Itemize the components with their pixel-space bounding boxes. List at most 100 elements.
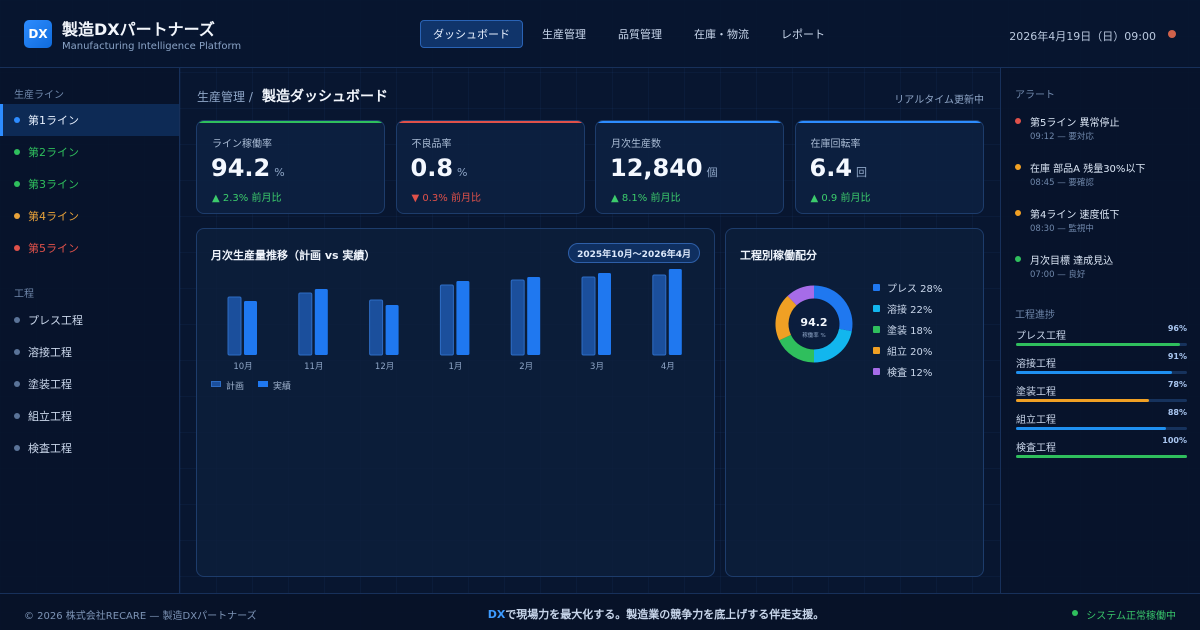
bar-plan-6[interactable] <box>581 276 596 356</box>
slogan-highlight: DX <box>487 608 506 621</box>
alert-dot-icon <box>1015 256 1021 262</box>
sidebar-item-process-5[interactable]: 検査工程 <box>0 432 179 464</box>
donut-center-value: 94.2 <box>800 316 827 329</box>
kpi-value-wrap: 0.8% <box>411 154 468 182</box>
legend-swatch <box>873 368 880 375</box>
sidebar-item-process-3[interactable]: 塗装工程 <box>0 368 179 400</box>
sidebar-heading-processes: 工程 <box>14 289 34 300</box>
kpi-unit: % <box>274 166 285 179</box>
footer-slogan: DXで現場力を最大化する。製造業の競争力を底上げする伴走支援。 <box>0 606 1200 622</box>
alert-title: 第5ライン 異常停止 <box>1030 118 1120 129</box>
line-status-dot-icon <box>14 213 20 219</box>
alerts-heading: アラート <box>1015 90 1055 101</box>
notification-dot-icon[interactable] <box>1168 30 1176 38</box>
progress-label: 塗装工程 <box>1016 387 1056 398</box>
nav-dashboard[interactable]: ダッシュボード <box>420 20 523 48</box>
kpi-delta: ▲ 2.3% 前月比 <box>212 193 282 204</box>
line-status-dot-icon <box>14 181 20 187</box>
sidebar-item-line-3[interactable]: 第3ライン <box>0 168 179 200</box>
alert-dot-icon <box>1015 118 1021 124</box>
progress-track <box>1016 455 1187 458</box>
progress-item: プレス工程 96% <box>1015 324 1187 355</box>
kpi-card[interactable]: ライン稼働率 94.2% ▲ 2.3% 前月比 <box>196 120 385 214</box>
bar-actual-2[interactable] <box>314 289 328 355</box>
kpi-delta: ▼ 0.3% 前月比 <box>411 193 481 204</box>
nav-production[interactable]: 生産管理 <box>529 20 599 48</box>
bar-plan-3[interactable] <box>369 299 384 356</box>
progress-label: 溶接工程 <box>1016 359 1056 370</box>
bar-plan-2[interactable] <box>298 292 313 356</box>
kpi-card[interactable]: 月次生産数 12,840 個 ▲ 8.1% 前月比 <box>595 120 784 214</box>
bar-plan-7[interactable] <box>652 274 667 356</box>
breadcrumb[interactable]: 生産管理 / <box>197 88 253 105</box>
bar-actual-3[interactable] <box>385 305 399 355</box>
kpi-card[interactable]: 在庫回転率 6.4 回 ▲ 0.9 前月比 <box>794 120 984 214</box>
process-dot-icon <box>14 445 20 451</box>
kpi-value: 12,840 <box>610 154 703 182</box>
sidebar-item-label: 第4ライン <box>28 210 79 223</box>
sidebar-item-process-1[interactable]: プレス工程 <box>0 304 179 336</box>
bar-plan-1[interactable] <box>227 296 242 356</box>
line-status-dot-icon <box>14 245 20 251</box>
process-dot-icon <box>14 349 20 355</box>
donut-legend: プレス 28% 溶接 22% 塗装 18% 組立 20% 検査 12% <box>873 277 942 382</box>
donut-center-label: 稼働率 % <box>802 331 825 339</box>
progress-track <box>1016 399 1187 402</box>
bar-actual-6[interactable] <box>598 273 611 355</box>
bar-actual-1[interactable] <box>244 301 257 355</box>
kpi-label: 在庫回転率 <box>810 139 861 150</box>
nav-inventory[interactable]: 在庫・物流 <box>681 20 762 48</box>
bar-actual-7[interactable] <box>668 269 682 355</box>
bar-plan-5[interactable] <box>510 279 525 356</box>
alert-meta: 08:45 — 要確認 <box>1030 178 1094 188</box>
progress-value: 88% <box>1167 408 1187 417</box>
process-dot-icon <box>14 317 20 323</box>
bar-actual-5[interactable] <box>527 277 541 355</box>
bar-chart: 10月 11月 12月 1月 2月 3月 4月 <box>227 269 682 372</box>
app-subtitle: Manufacturing Intelligence Platform <box>62 41 242 52</box>
logo-icon[interactable]: DX <box>24 20 52 48</box>
sidebar-item-line-2[interactable]: 第2ライン <box>0 136 179 168</box>
sidebar-item-line-5[interactable]: 第5ライン <box>0 232 179 264</box>
kpi-value-wrap: 6.4 回 <box>810 154 868 182</box>
progress-fill <box>1016 343 1181 346</box>
bar-actual-4[interactable] <box>456 281 470 355</box>
bar-plan-4[interactable] <box>439 284 454 356</box>
alert-meta: 09:12 — 要対応 <box>1030 132 1094 142</box>
donut-slice-5[interactable] <box>787 285 815 306</box>
sidebar-item-process-4[interactable]: 組立工程 <box>0 400 179 432</box>
slogan-text: で現場力を最大化する。製造業の競争力を底上げする伴走支援。 <box>505 608 825 621</box>
progress-fill <box>1016 455 1187 458</box>
progress-item: 溶接工程 91% <box>1015 352 1187 383</box>
x-tick-label: 12月 <box>375 362 394 372</box>
kpi-value: 6.4 <box>809 154 853 182</box>
kpi-unit: 個 <box>706 166 718 179</box>
nav-reports[interactable]: レポート <box>768 20 838 48</box>
nav-quality[interactable]: 品質管理 <box>605 20 675 48</box>
kpi-label: 月次生産数 <box>611 139 661 150</box>
sidebar-item-label: 検査工程 <box>28 442 72 455</box>
progress-track <box>1016 427 1187 430</box>
progress-track <box>1016 343 1187 346</box>
progress-fill <box>1016 399 1150 402</box>
main-nav: ダッシュボード 生産管理 品質管理 在庫・物流 レポート <box>420 20 844 48</box>
sidebar-item-label: 第3ライン <box>28 178 79 191</box>
progress-label: プレス工程 <box>1016 331 1066 342</box>
x-tick-label: 4月 <box>661 362 675 372</box>
donut-legend-item: 組立 20% <box>873 340 942 361</box>
kpi-unit: % <box>457 166 468 179</box>
progress-label: 組立工程 <box>1016 415 1056 426</box>
alert-dot-icon <box>1015 164 1021 170</box>
main-content: 生産管理 / 製造ダッシュボード リアルタイム更新中 ライン稼働率 94.2% ▲ … <box>180 68 1000 593</box>
sidebar-item-label: 組立工程 <box>28 410 72 423</box>
legend-actual-swatch <box>258 381 269 387</box>
progress-item: 組立工程 88% <box>1015 408 1187 439</box>
legend-swatch <box>873 305 880 312</box>
sidebar-item-process-2[interactable]: 溶接工程 <box>0 336 179 368</box>
sidebar-item-line-1[interactable]: 第1ライン <box>0 104 179 136</box>
alert-dot-icon <box>1015 210 1021 216</box>
legend-swatch <box>873 284 880 291</box>
sidebar-item-line-4[interactable]: 第4ライン <box>0 200 179 232</box>
kpi-card[interactable]: 不良品率 0.8% ▼ 0.3% 前月比 <box>395 120 585 214</box>
kpi-label: ライン稼働率 <box>212 139 272 150</box>
